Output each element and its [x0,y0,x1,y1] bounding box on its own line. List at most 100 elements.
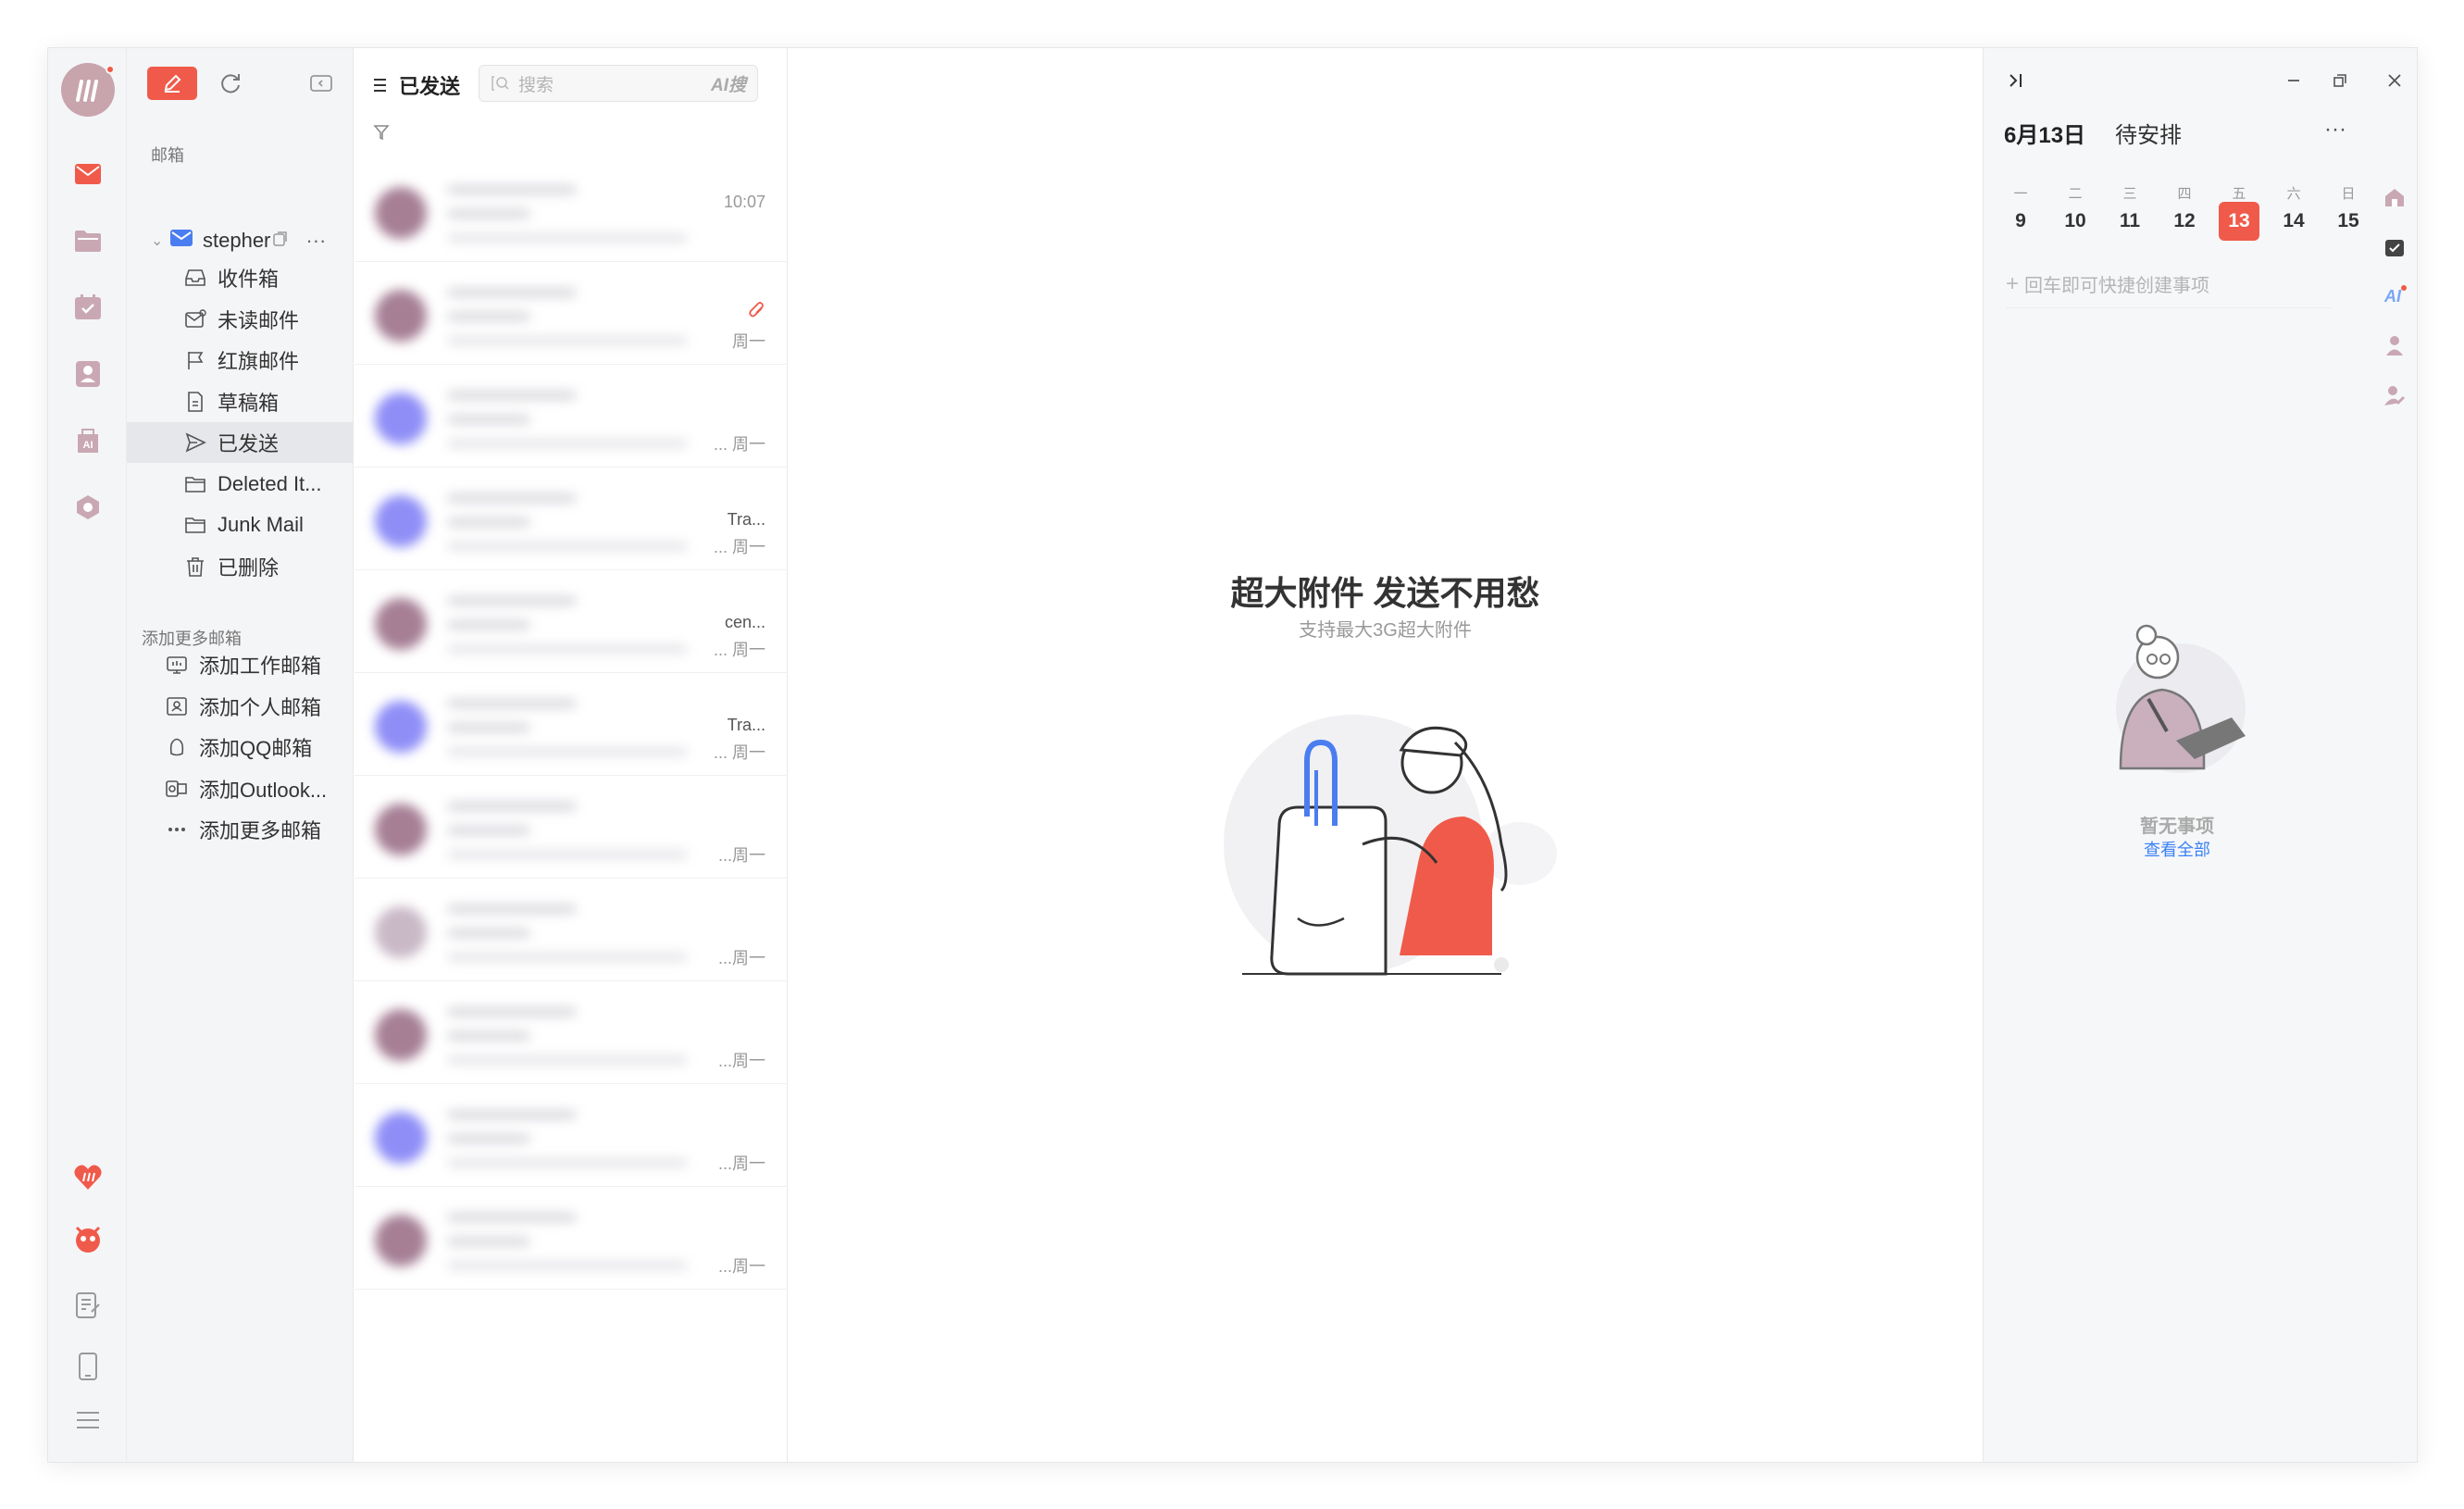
empty-tasks-illustration [2116,624,2246,773]
menu-icon[interactable] [71,1403,105,1437]
app-logo[interactable] [61,63,115,117]
calendar-day[interactable]: 10 [2055,202,2096,241]
ai-search-button[interactable]: AI搜 [711,71,746,96]
add-mailbox-label: 添加QQ邮箱 [199,737,313,760]
mail-list-item[interactable]: ...周一 [355,979,788,1084]
empty-state-title: 超大附件 发送不用愁 [1230,574,1540,612]
calendar-date: 6月13日 [2004,123,2086,148]
contacts-nav-icon[interactable] [71,357,105,391]
task-check-icon[interactable] [2381,233,2408,261]
blurred-preview [364,680,716,764]
window-close-button[interactable] [2381,67,2408,94]
calendar-nav-icon[interactable] [71,291,105,324]
refresh-button[interactable] [214,67,247,100]
calendar-day[interactable]: 12 [2164,202,2205,241]
apps-nav-icon[interactable] [71,491,105,524]
add-mailbox-item[interactable]: 添加个人邮箱 [127,686,354,727]
mail-list-item[interactable]: cen... ... 周一 [355,568,788,673]
folder-item[interactable]: 草稿箱 [127,381,354,422]
folder-label: 收件箱 [218,268,280,291]
folder-label: 已删除 [218,555,280,580]
add-mailbox-item[interactable]: 添加更多邮箱 [127,809,354,850]
mail-list-item[interactable]: ...周一 [355,1185,788,1290]
blurred-preview [364,269,716,353]
home-icon[interactable] [2381,183,2408,211]
folder-icon [182,471,208,497]
avatar [375,804,427,855]
mail-list-item[interactable]: ...周一 [355,877,788,981]
weekday-label: 三 [2122,186,2137,202]
close-icon [2388,74,2401,87]
folder-item[interactable]: 已删除 [127,546,354,587]
folder-item[interactable]: 已发送 [127,422,354,463]
avatar [375,495,427,547]
calendar-day[interactable]: 15 [2328,202,2369,241]
account-name: stepher [203,229,271,252]
mail-list-item[interactable]: ...周一 [355,1082,788,1187]
mail-list-item[interactable]: Tra... ... 周一 [355,671,788,776]
blurred-preview [364,989,716,1072]
view-all-link[interactable]: 查看全部 [1984,837,2371,861]
add-mailbox-item[interactable]: 添加Outlook... [127,768,354,809]
collapse-panel-button[interactable] [306,69,336,98]
left-nav-rail: AI [48,48,127,1462]
folder-item[interactable]: 未读邮件 [127,299,354,340]
folder-item[interactable]: Deleted It... [127,464,354,505]
mail-time: 周一 [732,332,765,351]
mail-list-item[interactable]: 周一 [355,260,788,365]
panel-collapse-icon [2010,74,2022,87]
add-mailbox-label: 添加工作邮箱 [199,655,322,678]
sender-placeholder [447,802,577,811]
restore-button[interactable] [2326,67,2354,94]
brand-heart-icon[interactable] [71,1161,105,1194]
add-mailbox-label: 添加Outlook... [199,778,328,802]
mail-list-item[interactable]: Tra... ... 周一 [355,466,788,570]
add-mailbox-label: 添加个人邮箱 [199,695,322,719]
weekday-label: 日 [2341,186,2356,202]
copy-icon[interactable] [272,229,289,253]
notes-icon[interactable] [71,1289,105,1322]
sender-placeholder [447,699,577,708]
folder-nav-icon[interactable] [71,224,105,257]
calendar-more-icon[interactable]: ··· [2324,117,2346,143]
sender-placeholder [447,391,577,400]
person-edit-icon[interactable] [2381,381,2408,409]
collapse-right-panel-button[interactable] [2002,67,2030,94]
filter-icon[interactable] [373,124,390,145]
subject-placeholder [447,1031,530,1041]
add-mailbox-item[interactable]: 添加QQ邮箱 [127,727,354,767]
sender-placeholder [447,185,577,194]
ai-assistant-icon[interactable]: AI [2381,281,2408,309]
calendar-day[interactable]: 9 [2000,202,2041,241]
calendar-status: 待安排 [2115,123,2182,148]
weekday-label: 二 [2068,186,2083,202]
subject-placeholder [447,1237,530,1246]
mail-list-item[interactable]: ...周一 [355,774,788,879]
calendar-day[interactable]: 13 [2219,202,2259,241]
quick-add-input[interactable]: + 回车即可快捷创建事项 [2006,270,2209,297]
search-input[interactable]: 搜索 AI搜 [479,65,758,102]
person-icon[interactable] [2381,331,2408,359]
compose-button[interactable] [147,67,197,100]
right-icon-rail: AI [2371,48,2417,1462]
mascot-icon[interactable] [71,1222,105,1255]
mail-list-item[interactable]: 10:07 [355,157,788,262]
mobile-icon[interactable] [71,1350,105,1383]
folder-item[interactable]: 收件箱 [127,257,354,298]
add-mailbox-item[interactable]: 添加工作邮箱 [127,644,354,685]
folder-item[interactable]: 红旗邮件 [127,340,354,380]
mail-time: ... 周一 [713,641,765,659]
account-more-icon[interactable]: ··· [305,229,326,253]
sender-placeholder [447,288,577,297]
empty-state-subtitle: 支持最大3G超大附件 [1299,620,1472,641]
mail-icon[interactable] [71,157,105,191]
calendar-day[interactable]: 11 [2109,202,2150,241]
mail-list-item[interactable]: ... 周一 [355,363,788,468]
account-row[interactable]: ⌄ stepher ··· [127,222,354,259]
calendar-day[interactable]: 14 [2273,202,2314,241]
minimize-button[interactable] [2280,67,2308,94]
mail-time: ...周一 [717,1154,765,1173]
ai-nav-icon[interactable]: AI [71,424,105,457]
folder-item[interactable]: Junk Mail [127,505,354,545]
list-menu-icon[interactable] [373,78,390,93]
